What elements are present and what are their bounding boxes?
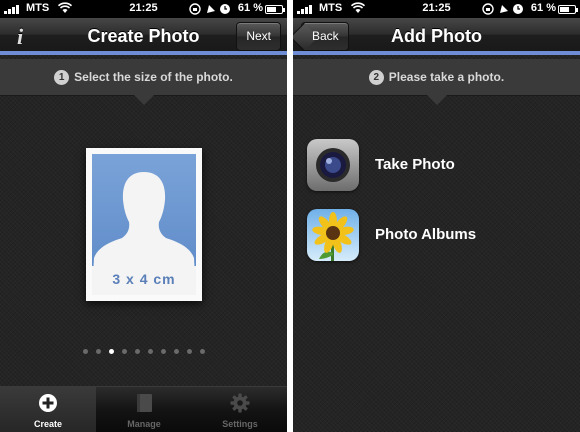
gear-icon	[230, 393, 250, 413]
page-dot	[95, 349, 101, 354]
tab-label: Create	[33, 419, 62, 429]
step-number-badge: 1	[54, 70, 70, 85]
page-dot	[134, 349, 140, 354]
status-bar: MTS 21:25 61 %	[0, 0, 287, 18]
photo-albums-button[interactable]: Photo Albums	[307, 209, 567, 261]
battery-icon	[558, 5, 578, 14]
tab-label: Settings	[222, 419, 258, 429]
nav-bar: Back Add Photo	[293, 18, 580, 55]
tab-label: Manage	[127, 419, 161, 429]
photo-albums-label: Photo Albums	[375, 226, 477, 243]
status-icons	[482, 3, 523, 15]
page-dot	[160, 349, 166, 354]
instruction-text: Please take a photo.	[388, 70, 505, 84]
add-photo-screen: MTS 21:25 61 % Back Add Photo 2 Please ta…	[293, 0, 580, 432]
instruction-banner: 2 Please take a photo.	[293, 59, 580, 105]
take-photo-button[interactable]: Take Photo	[307, 139, 567, 191]
book-icon	[137, 394, 152, 412]
tab-settings[interactable]: Settings	[192, 387, 287, 432]
back-button[interactable]: Back	[301, 22, 349, 51]
take-photo-label: Take Photo	[375, 156, 455, 173]
status-bar: MTS 21:25 61 %	[293, 0, 580, 18]
page-dot	[121, 349, 127, 354]
instruction-text: Select the size of the photo.	[74, 70, 233, 84]
battery-percent: 61 %	[237, 2, 263, 14]
step-number-badge: 2	[368, 70, 384, 85]
battery-icon	[265, 5, 285, 14]
tab-bar: Create Manage Settings	[0, 386, 287, 432]
photo-size-label: 3 x 4 cm	[112, 271, 176, 287]
sunflower-icon	[307, 209, 359, 261]
nav-bar: i Create Photo Next	[0, 18, 287, 55]
camera-icon	[307, 139, 359, 191]
instruction-banner: 1 Select the size of the photo.	[0, 59, 287, 105]
photo-size-card[interactable]: 3 x 4 cm	[86, 148, 202, 301]
create-photo-screen: MTS 21:25 61 % i Create Photo Next 1 Sele…	[0, 0, 287, 432]
tab-create[interactable]: Create	[0, 387, 96, 432]
page-dot-active	[108, 349, 114, 354]
plus-circle-icon	[39, 394, 57, 412]
next-button[interactable]: Next	[236, 22, 281, 51]
page-dot	[173, 349, 179, 354]
page-dot	[199, 349, 205, 354]
page-dot	[82, 349, 88, 354]
page-indicator[interactable]	[0, 341, 287, 354]
status-icons	[189, 3, 230, 15]
photo-preview: 3 x 4 cm	[92, 154, 196, 295]
page-dot	[186, 349, 192, 354]
page-dot	[147, 349, 153, 354]
tab-manage[interactable]: Manage	[96, 387, 192, 432]
battery-percent: 61 %	[530, 2, 556, 14]
